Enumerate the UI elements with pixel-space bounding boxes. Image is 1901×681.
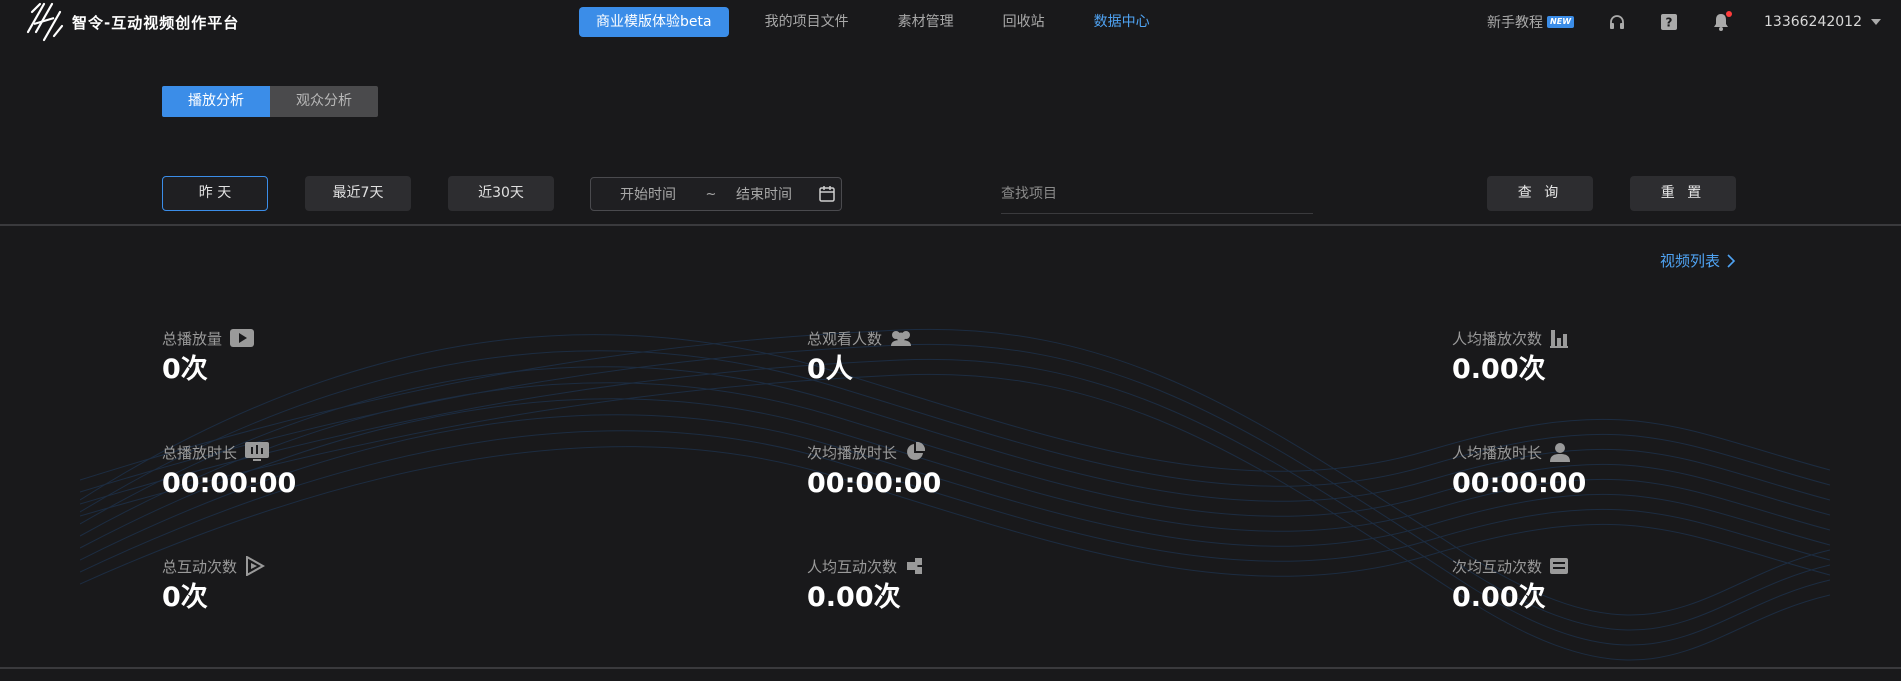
top-navbar: 智令-互动视频创作平台 商业模版体验beta 我的项目文件 素材管理 回收站 数… [0,0,1901,44]
metric-label: 人均播放次数 [1452,329,1543,348]
tab-audience-analysis[interactable]: 观众分析 [270,86,378,117]
metric-value: 0.00次 [1452,354,1546,385]
metric-label: 人均互动次数 [807,557,898,576]
last-30-days-button[interactable]: 近30天 [448,176,554,211]
metric-total-play-duration: 总播放时长 00:00:00 [162,441,296,499]
filter-divider [0,224,1901,226]
metric-label: 总观看人数 [807,329,883,348]
metric-label: 次均播放时长 [807,443,898,462]
user-icon [1550,443,1571,462]
metric-value: 00:00:00 [162,468,297,499]
nav-materials[interactable]: 素材管理 [898,7,954,37]
metric-total-interactions: 总互动次数 0次 [162,555,266,613]
calendar-icon[interactable] [818,185,836,207]
user-phone: 13366242012 [1764,14,1862,30]
metric-label: 人均播放时长 [1452,443,1543,462]
new-badge: NEW [1547,16,1575,28]
logo-text: 智令-互动视频创作平台 [72,13,240,32]
tab-play-analysis[interactable]: 播放分析 [162,86,270,117]
metric-value: 0次 [162,582,208,613]
metric-avg-interactions-per-user: 人均互动次数 0.00次 [807,555,925,613]
tutorial-label: 新手教程 [1487,15,1544,31]
video-list-label: 视频列表 [1659,252,1720,270]
nav-my-projects[interactable]: 我的项目文件 [765,7,849,37]
headset-icon[interactable] [1608,13,1626,31]
tutorial-link[interactable]: 新手教程 NEW [1487,12,1575,32]
metric-avg-plays-per-user: 人均播放次数 0.00次 [1452,327,1569,385]
nav-recycle-bin[interactable]: 回收站 [1003,7,1045,37]
yesterday-button[interactable]: 昨 天 [162,176,268,211]
help-icon[interactable]: ? [1660,13,1678,31]
range-separator: ~ [705,186,717,202]
list-card-icon [1550,558,1569,574]
user-menu[interactable]: 13366242012 [1764,14,1881,30]
metric-total-plays: 总播放量 0次 [162,327,255,385]
chevron-right-icon [1727,253,1736,268]
commercial-template-button[interactable]: 商业模版体验beta [579,7,729,37]
logo-mark-icon [26,2,64,42]
nav-data-center[interactable]: 数据中心 [1094,7,1150,37]
metric-value: 0次 [162,354,208,385]
bottom-divider [0,667,1901,669]
right-nav: 新手教程 NEW ? 13366242012 [1487,7,1881,37]
main-nav: 商业模版体验beta 我的项目文件 素材管理 回收站 数据中心 [579,7,1199,37]
puzzle-icon [907,558,923,574]
metric-label: 总播放量 [162,329,223,348]
query-button[interactable]: 查 询 [1487,176,1593,211]
bar-chart-icon [1550,330,1569,348]
notification-dot [1726,11,1733,17]
reset-button[interactable]: 重 置 [1630,176,1736,211]
metric-value: 0.00次 [807,582,901,613]
start-date-input[interactable]: 开始时间 [591,184,705,204]
logo[interactable]: 智令-互动视频创作平台 [26,2,239,42]
metric-label: 总播放时长 [162,443,238,462]
metric-value: 0人 [807,354,853,385]
project-search [1001,177,1313,214]
analysis-tabs: 播放分析 观众分析 [162,86,378,117]
play-video-icon [230,329,255,347]
date-range-picker[interactable]: 开始时间 ~ 结束时间 [590,177,842,211]
last-7-days-button[interactable]: 最近7天 [305,176,411,211]
search-input[interactable] [1001,177,1301,211]
metric-avg-duration-per-play: 次均播放时长 00:00:00 [807,441,941,499]
chevron-down-icon [1871,19,1881,25]
metric-label: 总互动次数 [162,557,238,576]
screen-chart-icon [245,442,270,461]
metric-label: 次均互动次数 [1452,557,1543,576]
metric-value: 00:00:00 [807,468,942,499]
metric-value: 00:00:00 [1452,468,1587,499]
metric-value: 0.00次 [1452,582,1546,613]
svg-text:?: ? [1666,16,1673,30]
notification-bell-icon[interactable] [1712,11,1733,31]
video-list-link[interactable]: 视频列表 [1660,250,1736,271]
metric-avg-duration-per-user: 人均播放时长 00:00:00 [1452,441,1586,499]
pie-chart-icon [907,442,926,460]
metric-total-viewers: 总观看人数 0人 [807,327,912,385]
interaction-play-icon [246,556,266,576]
metric-avg-interactions-per-play: 次均互动次数 0.00次 [1452,555,1569,613]
group-users-icon [891,331,912,346]
end-date-input[interactable]: 结束时间 [717,184,811,204]
